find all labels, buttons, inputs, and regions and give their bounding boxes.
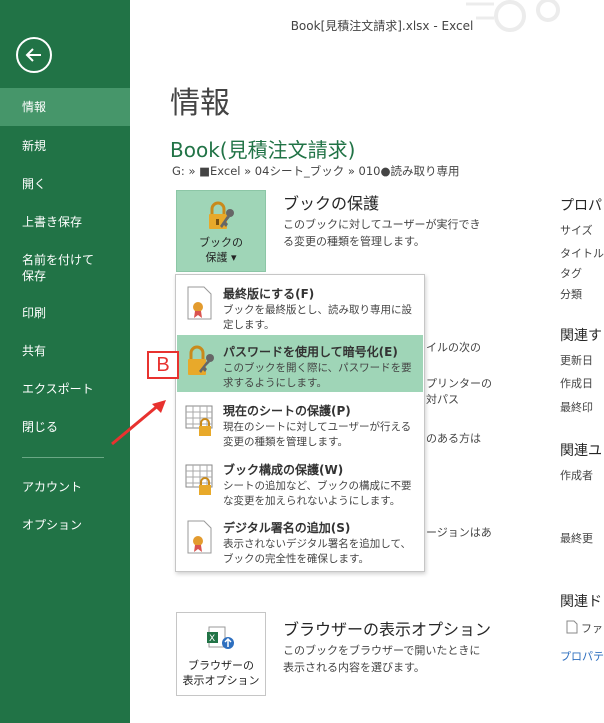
browser-view-options-label: ブラウザーの 表示オプション bbox=[182, 659, 260, 687]
info-fragment: プリンターの bbox=[426, 377, 492, 390]
protect-workbook-menu: 最終版にする(F) ブックを最終版とし、読み取り専用に設定します。 パスワードを… bbox=[175, 274, 425, 572]
nav-info[interactable]: 情報 bbox=[0, 88, 130, 126]
info-fragment: 対パス bbox=[426, 393, 459, 406]
certificate-icon bbox=[187, 520, 212, 554]
protect-section-title: ブックの保護 bbox=[283, 194, 380, 213]
sheet-lock-icon bbox=[185, 464, 213, 495]
menu-item-desc: 現在のシートに対してユーザーが行える変更の種類を管理します。 bbox=[223, 421, 412, 448]
nav-save-as[interactable]: 名前を付けて 保存 bbox=[0, 252, 130, 284]
menu-item-protect-sheet[interactable]: 現在のシートの保護(P) 現在のシートに対してユーザーが行える変更の種類を管理し… bbox=[177, 394, 423, 451]
related-people-heading: 関連ユ bbox=[560, 443, 602, 459]
menu-item-desc: ブックを最終版とし、読み取り専用に設定します。 bbox=[223, 304, 412, 331]
open-file-location-link[interactable]: ファ bbox=[581, 620, 603, 636]
lock-key-icon bbox=[188, 345, 214, 375]
lock-key-icon bbox=[209, 201, 234, 229]
file-path: G: » ■Excel » 04シート_ブック » 010●読み取り専用 bbox=[172, 164, 460, 178]
certificate-icon bbox=[187, 286, 212, 320]
protect-workbook-button[interactable]: ブックの 保護 ▾ bbox=[176, 190, 266, 272]
menu-item-title: パスワードを使用して暗号化(E) bbox=[223, 345, 398, 359]
properties-heading[interactable]: プロパ bbox=[560, 195, 602, 215]
title-decoration-icon bbox=[466, 0, 560, 32]
prop-last-printed: 最終印 bbox=[560, 401, 593, 414]
annotation-arrow-icon bbox=[111, 400, 166, 446]
back-button[interactable] bbox=[16, 37, 52, 73]
browser-section-desc: このブックをブラウザーで開いたときに表示される内容を選びます。 bbox=[283, 644, 481, 674]
menu-item-protect-structure[interactable]: ブック構成の保護(W) シートの追加など、ブックの構成に不要な変更を加えられない… bbox=[177, 453, 423, 510]
prop-tag: タグ bbox=[560, 267, 582, 280]
browser-view-options-button[interactable]: X ブラウザーの 表示オプション bbox=[176, 612, 266, 696]
nav-print[interactable]: 印刷 bbox=[0, 305, 130, 321]
nav-open[interactable]: 開く bbox=[0, 176, 130, 192]
menu-item-encrypt-password[interactable]: パスワードを使用して暗号化(E) このブックを開く際に、パスワードを要求するよう… bbox=[177, 335, 423, 392]
prop-author: 作成者 bbox=[560, 469, 593, 482]
nav-options[interactable]: オプション bbox=[0, 517, 130, 533]
info-fragment: ージョンはあ bbox=[426, 526, 492, 539]
sidebar-divider bbox=[22, 457, 104, 458]
annotation-label: B bbox=[147, 351, 179, 379]
sheet-lock-icon bbox=[185, 405, 213, 436]
svg-text:X: X bbox=[209, 634, 215, 644]
backstage-sidebar: 情報 新規 開く 上書き保存 名前を付けて 保存 印刷 共有 エクスポート 閉じ… bbox=[0, 0, 130, 723]
info-fragment: イルの次の bbox=[426, 341, 481, 354]
nav-save[interactable]: 上書き保存 bbox=[0, 214, 130, 230]
prop-title: タイトル bbox=[560, 247, 604, 260]
protect-workbook-label: ブックの 保護 ▾ bbox=[199, 236, 243, 264]
info-fragment: のある方は bbox=[426, 432, 481, 445]
menu-item-add-digital-signature[interactable]: デジタル署名の追加(S) 表示されないデジタル署名を追加して、ブックの完全性を確… bbox=[177, 511, 423, 568]
prop-category: 分類 bbox=[560, 288, 582, 301]
menu-item-desc: 表示されないデジタル署名を追加して、ブックの完全性を確保します。 bbox=[223, 538, 411, 565]
menu-item-desc: このブックを開く際に、パスワードを要求するようにします。 bbox=[223, 362, 412, 389]
prop-size: サイズ bbox=[560, 224, 593, 237]
nav-share[interactable]: 共有 bbox=[0, 343, 130, 359]
prop-updated: 更新日 bbox=[560, 354, 593, 367]
document-icon bbox=[566, 620, 578, 634]
back-arrow-icon bbox=[25, 48, 41, 62]
protect-section-desc: このブックに対してユーザーが実行できる変更の種類を管理します。 bbox=[283, 218, 481, 248]
menu-item-title: 最終版にする(F) bbox=[223, 287, 315, 301]
nav-new[interactable]: 新規 bbox=[0, 138, 130, 154]
prop-created: 作成日 bbox=[560, 377, 593, 390]
page-title: 情報 bbox=[170, 86, 230, 121]
nav-export[interactable]: エクスポート bbox=[0, 381, 130, 397]
nav-account[interactable]: アカウント bbox=[0, 479, 130, 495]
menu-item-mark-as-final[interactable]: 最終版にする(F) ブックを最終版とし、読み取り専用に設定します。 bbox=[177, 277, 423, 334]
browser-section-title: ブラウザーの表示オプション bbox=[283, 620, 492, 639]
all-properties-link[interactable]: プロパテ bbox=[560, 648, 604, 664]
related-dates-heading: 関連す bbox=[560, 328, 602, 344]
menu-item-desc: シートの追加など、ブックの構成に不要な変更を加えられないようにします。 bbox=[223, 480, 412, 507]
menu-item-title: 現在のシートの保護(P) bbox=[223, 404, 351, 418]
book-name: Book(見積注文請求) bbox=[170, 138, 356, 162]
menu-item-title: ブック構成の保護(W) bbox=[223, 463, 344, 477]
prop-last-modified: 最終更 bbox=[560, 532, 593, 545]
menu-item-title: デジタル署名の追加(S) bbox=[223, 521, 351, 535]
related-docs-heading: 関連ド bbox=[560, 594, 602, 610]
excel-browser-icon: X bbox=[207, 626, 234, 649]
